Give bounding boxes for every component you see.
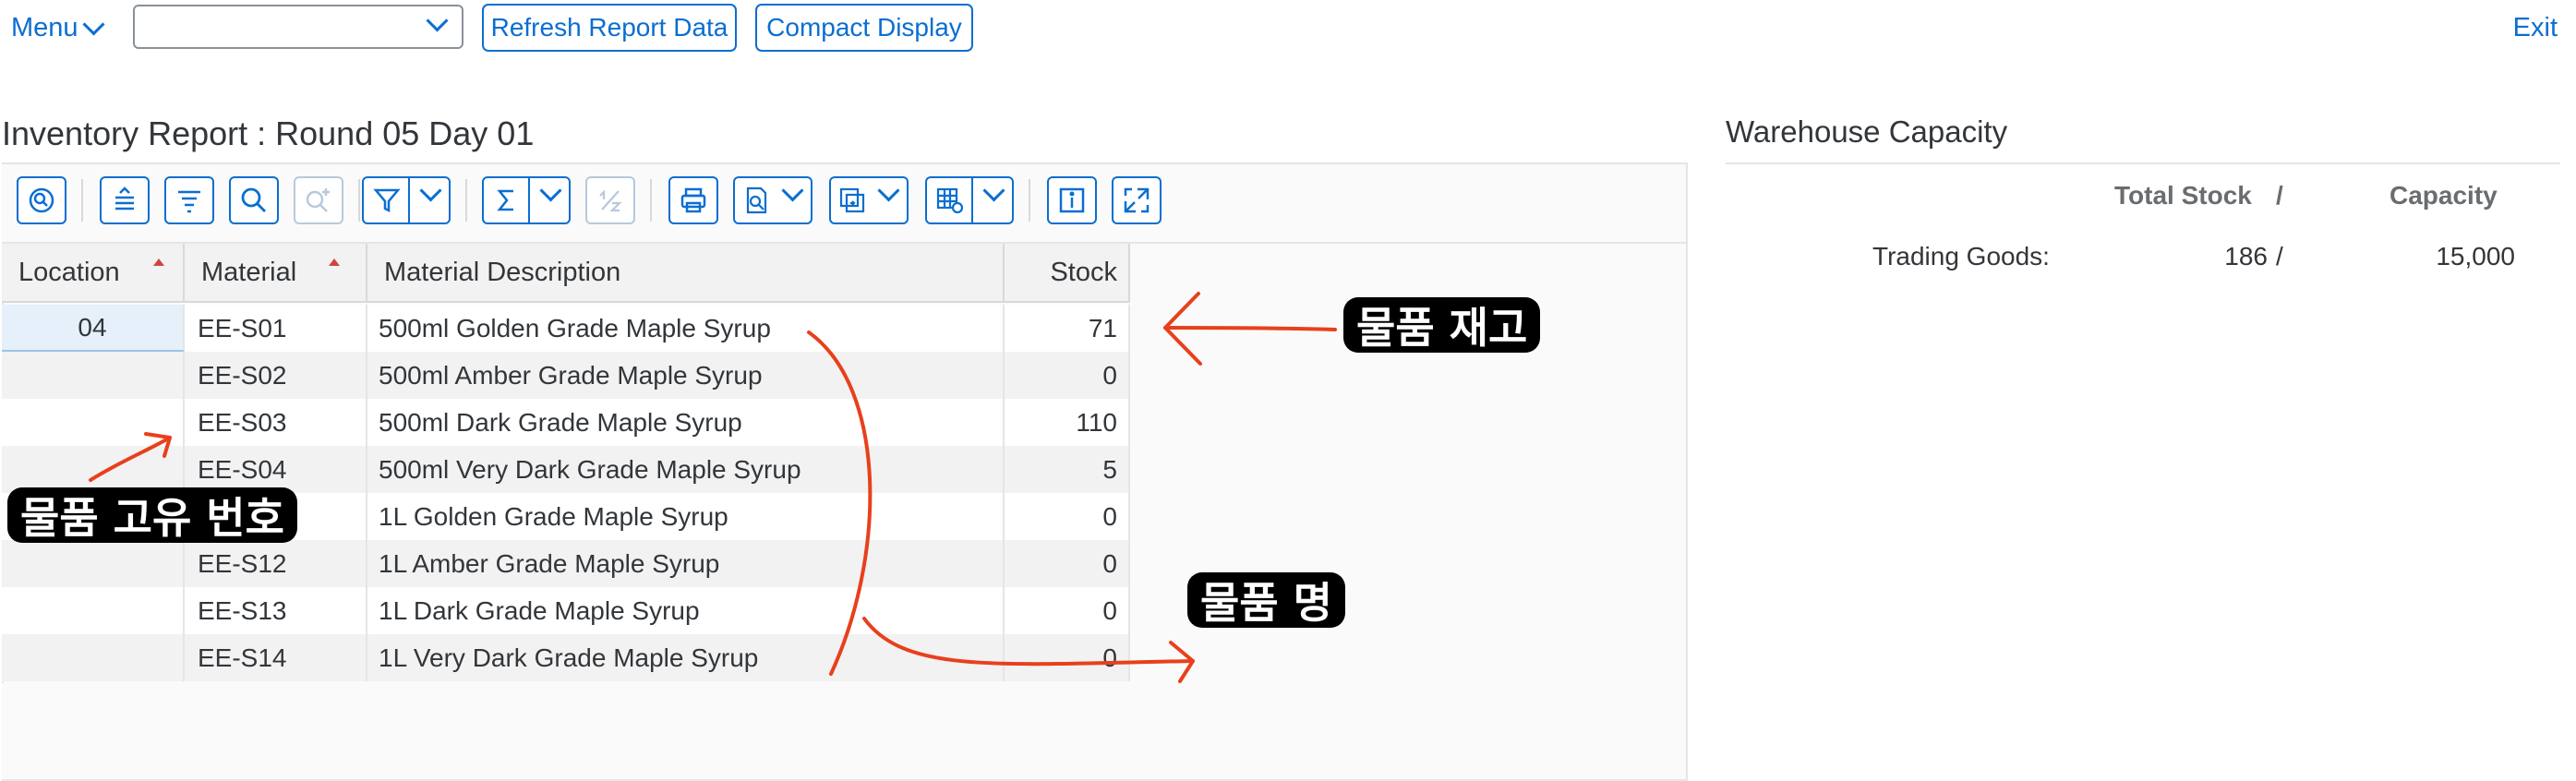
material-id-callout: 물품 고유 번호: [7, 487, 297, 543]
stock-callout: 물품 재고: [1343, 297, 1541, 353]
annotation-arrows: [89, 292, 1337, 683]
material-name-arrow-2: [862, 617, 1195, 667]
material-name-callout: 물품 명: [1187, 572, 1345, 628]
stock-arrow: [1163, 326, 1337, 331]
material-id-arrow: [89, 436, 172, 482]
material-name-arrow: [807, 330, 873, 676]
